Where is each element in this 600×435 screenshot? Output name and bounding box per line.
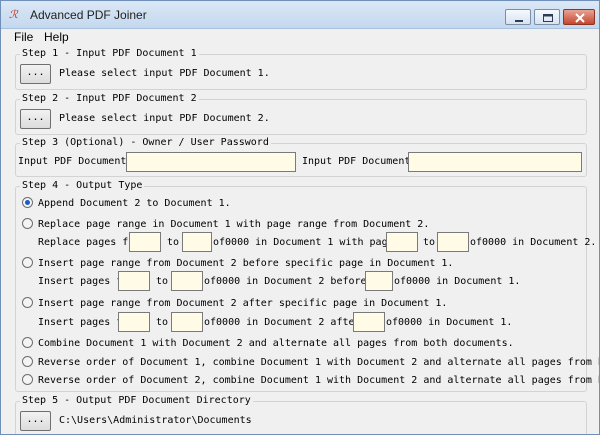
insert-after-to-label: to <box>156 317 169 328</box>
option-insert-after-label: Insert page range from Document 2 after … <box>38 298 448 309</box>
title-bar: ℛ Advanced PDF Joiner <box>1 1 599 29</box>
insert-after-to-input[interactable] <box>171 312 203 332</box>
insert-before-to-input[interactable] <box>171 271 203 291</box>
radio-reverse-doc2[interactable] <box>22 374 33 385</box>
insert-after-doc2-text: of0000 in Document 2 after p <box>204 317 373 328</box>
insert-before-from-input[interactable] <box>118 271 150 291</box>
step2-group: Step 2 - Input PDF Document 2 ... Please… <box>15 93 587 135</box>
insert-after-from-label: Insert pages fr <box>38 317 129 328</box>
option-insert-before-label: Insert page range from Document 2 before… <box>38 258 454 269</box>
option-append-label: Append Document 2 to Document 1. <box>38 198 231 209</box>
doc2-status: Please select input PDF Document 2. <box>59 113 270 124</box>
insert-before-from-label: Insert pages fr <box>38 276 129 287</box>
step3-legend: Step 3 (Optional) - Owner / User Passwor… <box>20 137 271 148</box>
browse-output-dir-button[interactable]: ... <box>20 411 51 431</box>
insert-after-doc1-text: of0000 in Document 1. <box>386 317 513 328</box>
replace-from-input[interactable] <box>129 232 161 252</box>
radio-combine[interactable] <box>22 337 33 348</box>
option-replace-label: Replace page range in Document 1 with pa… <box>38 219 430 230</box>
replace-doc1-text: of0000 in Document 1 with pages f <box>213 237 412 248</box>
app-window: ℛ Advanced PDF Joiner File Help Step 1 -… <box>0 0 600 435</box>
close-icon <box>575 13 585 23</box>
option-reverse-doc1-label: Reverse order of Document 1, combine Doc… <box>38 357 600 368</box>
replace-to-input[interactable] <box>182 232 212 252</box>
radio-insert-before[interactable] <box>22 257 33 268</box>
replace-doc2-to-input[interactable] <box>437 232 469 252</box>
menu-help[interactable]: Help <box>44 30 69 44</box>
browse-doc2-button[interactable]: ... <box>20 109 51 129</box>
insert-after-from-input[interactable] <box>118 312 150 332</box>
replace-doc2-text: of0000 in Document 2. <box>470 237 597 248</box>
step4-group: Step 4 - Output Type Append Document 2 t… <box>15 180 599 392</box>
insert-before-doc1-text: of0000 in Document 1. <box>394 276 521 287</box>
option-combine-label: Combine Document 1 with Document 2 and a… <box>38 338 514 349</box>
step5-group: Step 5 - Output PDF Document Directory .… <box>15 395 587 434</box>
replace-doc2-to-label: to <box>423 237 436 248</box>
output-dir-path: C:\Users\Administrator\Documents <box>59 415 252 426</box>
browse-doc1-button[interactable]: ... <box>20 64 51 84</box>
doc1-status: Please select input PDF Document 1. <box>59 68 270 79</box>
insert-before-page-input[interactable] <box>365 271 393 291</box>
menu-bar: File Help <box>1 29 599 46</box>
option-reverse-doc2-label: Reverse order of Document 2, combine Doc… <box>38 375 600 386</box>
replace-doc2-from-input[interactable] <box>386 232 418 252</box>
step2-legend: Step 2 - Input PDF Document 2 <box>20 93 199 104</box>
maximize-button[interactable] <box>534 9 560 25</box>
close-button[interactable] <box>563 9 595 25</box>
window-title: Advanced PDF Joiner <box>30 8 147 22</box>
step1-group: Step 1 - Input PDF Document 1 ... Please… <box>15 48 587 90</box>
maximize-icon <box>543 14 553 22</box>
step4-legend: Step 4 - Output Type <box>20 180 145 191</box>
radio-replace[interactable] <box>22 218 33 229</box>
step5-legend: Step 5 - Output PDF Document Directory <box>20 395 253 406</box>
app-logo-icon: ℛ <box>9 9 18 21</box>
insert-before-doc2-text: of0000 in Document 2 before p <box>204 276 379 287</box>
step3-group: Step 3 (Optional) - Owner / User Passwor… <box>15 137 587 177</box>
insert-after-page-input[interactable] <box>353 312 385 332</box>
doc1-password-input[interactable] <box>126 152 296 172</box>
minimize-button[interactable] <box>505 9 531 25</box>
minimize-icon <box>515 20 523 22</box>
step1-legend: Step 1 - Input PDF Document 1 <box>20 48 199 59</box>
radio-reverse-doc1[interactable] <box>22 356 33 367</box>
replace-to-label: to <box>167 237 180 248</box>
menu-file[interactable]: File <box>14 30 33 44</box>
radio-insert-after[interactable] <box>22 297 33 308</box>
doc2-password-input[interactable] <box>408 152 582 172</box>
radio-append[interactable] <box>22 197 33 208</box>
insert-before-to-label: to <box>156 276 169 287</box>
